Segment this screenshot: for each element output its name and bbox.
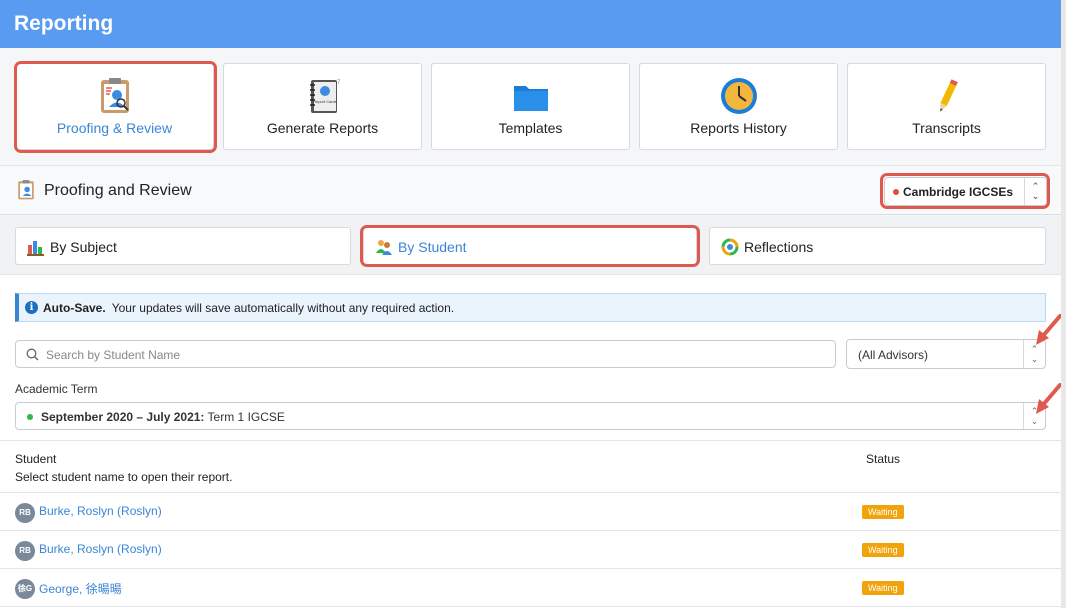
app-header: Reporting [0,0,1061,48]
report-cards-notebook-icon: Report Cards 7 [309,80,341,113]
annotation-arrow [1036,314,1061,345]
window-scrollbar[interactable] [1061,0,1066,608]
alert-title: Auto-Save. [43,301,106,315]
tab-label: By Student [398,239,467,255]
module-reports-history[interactable]: Reports History [639,63,838,150]
module-label: Proofing & Review [56,120,173,136]
status-dot [27,414,33,420]
module-generate-reports[interactable]: Report Cards 7 Generate Reports [223,63,422,150]
student-name-link[interactable]: Burke, Roslyn (Roslyn) [39,504,162,518]
status-badge: Waiting [862,505,904,519]
clipboard-review-icon [100,78,129,113]
info-icon: i [25,301,38,314]
tab-by-subject[interactable]: By Subject [15,227,351,265]
students-icon [376,240,392,255]
search-input[interactable]: Search by Student Name [15,340,836,368]
table-row: RB Burke, Roslyn (Roslyn) Waiting [0,531,1061,569]
alert-message: Your updates will save automatically wit… [111,301,455,315]
module-templates[interactable]: Templates [431,63,630,150]
chevron-updown-icon: ⌃ ⌄ [1024,178,1046,205]
term-name: Term 1 IGCSE [204,410,285,424]
student-name-link[interactable]: Burke, Roslyn (Roslyn) [39,542,162,556]
tab-label: By Subject [50,239,117,255]
module-label: Reports History [690,120,787,136]
folder-icon [513,86,548,111]
tab-label: Reflections [744,239,814,255]
term-label: Academic Term [15,382,98,396]
search-placeholder: Search by Student Name [46,348,181,362]
term-date-range: September 2020 – July 2021: [41,410,205,424]
tab-by-student[interactable]: By Student [363,227,697,265]
advisor-select-value: (All Advisors) [858,348,929,362]
module-label: Transcripts [912,120,981,136]
avatar: RB [15,541,35,561]
module-label: Generate Reports [266,120,379,136]
section-title: Proofing and Review [44,182,192,199]
student-name-link[interactable]: George, 徐暘暘 [39,580,122,597]
module-tiles: Proofing & Review Report Cards 7 Generat… [15,63,1046,150]
column-student-hint: Select student name to open their report… [15,470,233,484]
student-table: Student Select student name to open thei… [0,440,1061,607]
clipboard-review-icon [18,180,34,200]
avatar: 徐G [15,579,35,599]
module-proofing-review[interactable]: Proofing & Review [15,63,214,150]
bar-chart-icon [27,241,44,256]
report-cards-text: Report Cards [313,99,337,104]
academic-term-select[interactable]: September 2020 – July 2021: Term 1 IGCSE… [15,402,1046,430]
program-select-value: Cambridge IGCSEs [903,185,1014,199]
tab-reflections[interactable]: Reflections [709,227,1046,265]
pencil-icon [939,79,958,112]
status-badge: Waiting [862,543,904,557]
table-row: RB Burke, Roslyn (Roslyn) Waiting [0,493,1061,531]
module-label: Templates [498,120,563,136]
clock-icon [720,78,757,114]
module-transcripts[interactable]: Transcripts [847,63,1046,150]
app-title: Reporting [14,12,114,35]
search-icon [26,348,39,361]
svg-text:7: 7 [337,80,341,86]
autosave-alert: i Auto-Save. Your updates will save autom… [15,293,1046,322]
status-badge: Waiting [862,581,904,595]
advisor-select[interactable]: (All Advisors) ⌃ ⌄ [846,339,1046,369]
program-select[interactable]: Cambridge IGCSEs ⌃ ⌄ [884,177,1047,206]
column-student: Student [15,452,57,466]
avatar: RB [15,503,35,523]
annotation-arrow [1036,383,1061,414]
status-dot [893,189,899,195]
reporting-app: Reporting Proofing & Review Report Cards… [0,0,1061,608]
table-row: 徐G George, 徐暘暘 Waiting [0,569,1061,607]
reflections-cycle-icon [721,238,739,256]
table-header: Student Select student name to open thei… [0,440,1061,493]
column-status: Status [866,452,901,466]
